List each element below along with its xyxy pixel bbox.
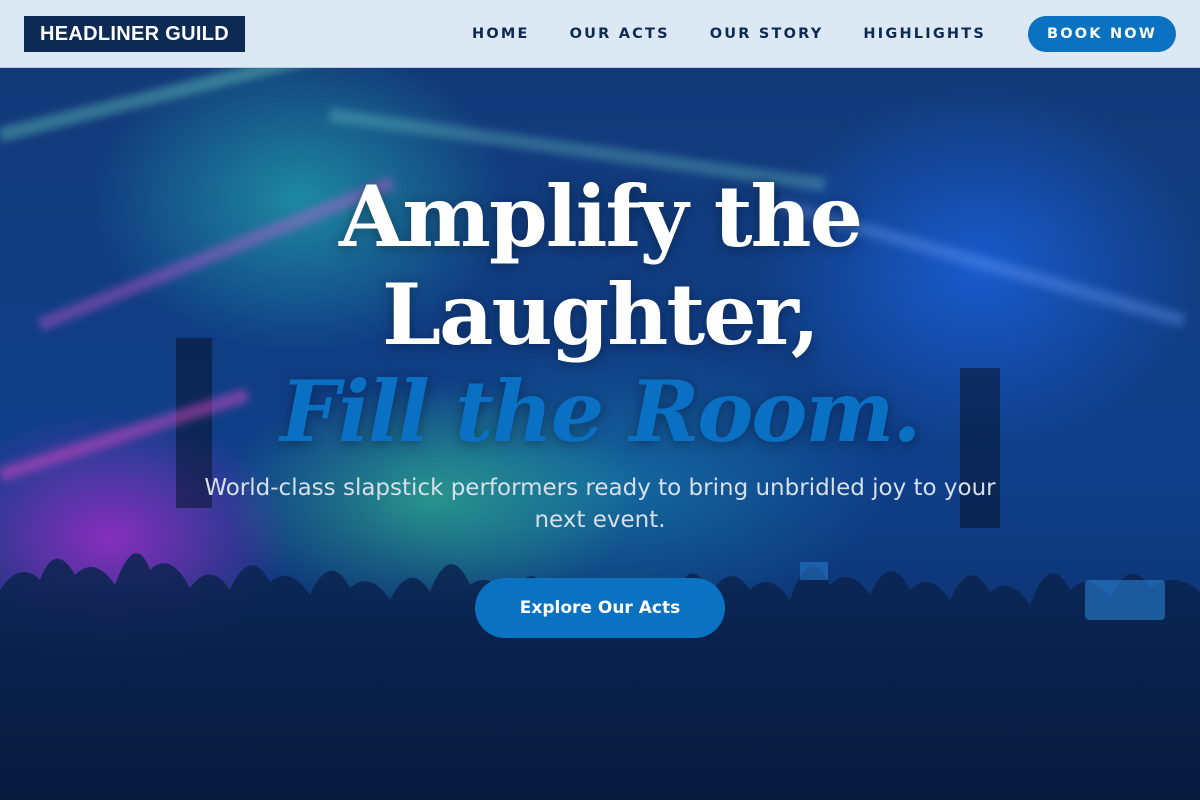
- main-nav: HOME OUR ACTS OUR STORY HIGHLIGHTS BOOK …: [472, 15, 1176, 52]
- hero-headline-accent: Fill the Room.: [280, 362, 921, 461]
- site-header: HEADLINER GUILD HOME OUR ACTS OUR STORY …: [0, 0, 1200, 68]
- hero-content: Amplify the Laughter, Fill the Room. Wor…: [0, 68, 1200, 800]
- hero-headline-line-1: Amplify the: [338, 167, 863, 266]
- hero-headline-line-2: Laughter,: [381, 265, 820, 364]
- book-now-button[interactable]: BOOK NOW: [1028, 15, 1176, 52]
- hero-section: Amplify the Laughter, Fill the Room. Wor…: [0, 68, 1200, 800]
- nav-link-home[interactable]: HOME: [472, 26, 530, 42]
- nav-link-highlights[interactable]: HIGHLIGHTS: [863, 26, 986, 42]
- brand-logo[interactable]: HEADLINER GUILD: [24, 15, 245, 52]
- nav-link-our-story[interactable]: OUR STORY: [710, 26, 824, 42]
- nav-link-our-acts[interactable]: OUR ACTS: [570, 26, 670, 42]
- hero-subtitle: World-class slapstick performers ready t…: [204, 475, 996, 533]
- explore-acts-button[interactable]: Explore Our Acts: [475, 578, 725, 638]
